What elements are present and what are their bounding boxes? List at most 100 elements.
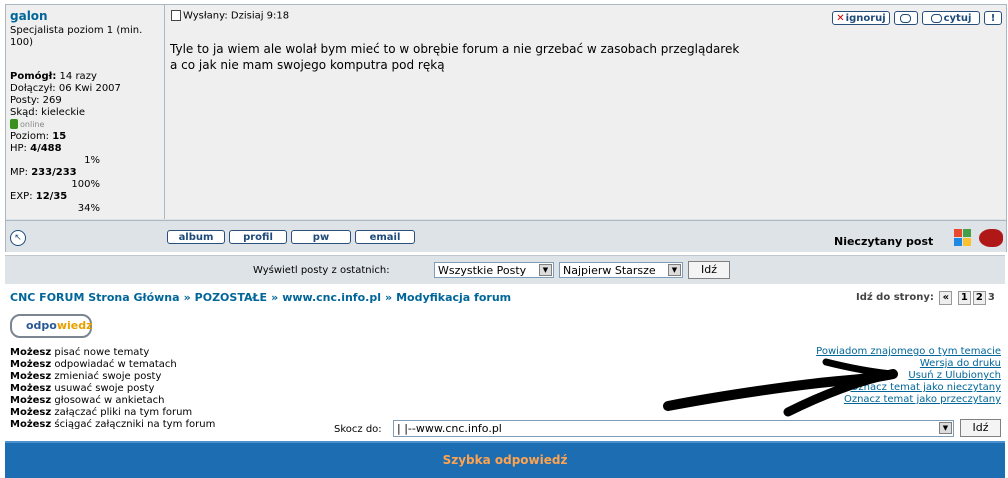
exp-value: 12/35 — [35, 191, 68, 202]
back-to-top-icon[interactable]: ↖ — [10, 230, 26, 246]
permission-item: Możesz załączać pliki na tym forum — [10, 407, 215, 419]
pm-label: pw — [312, 232, 330, 243]
message-panel: Wysłany: Dzisiaj 9:18 ✕ignoruj cytuj ! T… — [165, 5, 1006, 219]
post-body-line: a co jak nie mam swojego komputra pod rę… — [170, 58, 445, 72]
online-status-icon — [10, 119, 18, 129]
print-version-link[interactable]: Wersja do druku — [920, 358, 1001, 369]
quote-button[interactable]: cytuj — [922, 11, 980, 25]
post-date: Wysłany: Dzisiaj 9:18 — [171, 10, 289, 22]
pagination: Idź do strony: « 123 — [856, 291, 995, 305]
report-button[interactable]: ! — [984, 11, 1002, 25]
jump-go-button[interactable]: Idź — [960, 419, 1001, 437]
reply-button[interactable]: odpowiedz — [10, 314, 93, 338]
quote-bubble-icon — [930, 13, 942, 23]
permission-item: Możesz głosować w ankietach — [10, 395, 215, 407]
hp-label: HP: — [10, 143, 27, 154]
notify-friend-link[interactable]: Powiadom znajomego o tym temacie — [816, 346, 1001, 357]
post-body-line: Tyle to ja wiem ale wolał bym mieć to w … — [170, 42, 740, 56]
breadcrumb-home[interactable]: CNC FORUM Strona Główna — [10, 291, 180, 304]
ignore-x-icon: ✕ — [836, 13, 845, 24]
exp-label: EXP: — [10, 191, 33, 202]
breadcrumb-forum[interactable]: www.cnc.info.pl — [282, 291, 381, 304]
permission-text: odpowiadać w tematach — [54, 359, 177, 370]
ignore-label: ignoruj — [845, 13, 886, 24]
posted-label: Wysłany: Dzisiaj 9:18 — [183, 10, 290, 22]
profile-label: profil — [243, 232, 273, 243]
pagination-label: Idź do strony: — [856, 292, 934, 303]
browser-dog-icon — [979, 229, 1003, 247]
breadcrumb-separator: » — [384, 291, 393, 304]
mp-label: MP: — [10, 167, 29, 178]
joined-label: Dołączył: — [10, 83, 56, 94]
permission-text: pisać nowe tematy — [54, 347, 150, 358]
joined-value: 06 Kwi 2007 — [58, 83, 121, 94]
topic-links: Powiadom znajomego o tym temacie Wersja … — [816, 346, 1001, 406]
pagination-page[interactable]: 1 — [957, 291, 971, 305]
unread-post-label: Nieczytany post — [834, 235, 934, 248]
post-body: Tyle to ja wiem ale wolał bym mieć to w … — [170, 41, 739, 73]
remove-favorites-link[interactable]: Usuń z Ulubionych — [908, 370, 1001, 381]
permission-text: załączać pliki na tym forum — [54, 407, 193, 418]
order-select[interactable]: Najpierw Starsze ▼ — [559, 262, 683, 278]
chevron-down-icon: ▼ — [539, 264, 552, 276]
quick-reply-label: Szybka odpowiedź — [442, 453, 568, 467]
breadcrumb-topic[interactable]: Modyfikacja forum — [396, 291, 511, 304]
post-filter-bar: Wyświetl posty z ostatnich: Wszystkie Po… — [5, 255, 1005, 284]
permission-word: Możesz — [10, 359, 52, 370]
reply-label-part1: odpo — [26, 319, 57, 332]
breadcrumb: CNC FORUM Strona Główna » POZOSTAŁE » www.cn… — [10, 291, 511, 304]
online-status-text: online — [20, 120, 45, 129]
permission-text: zmieniać swoje posty — [54, 371, 162, 382]
chevron-down-icon: ▼ — [939, 422, 952, 434]
mark-unread-link[interactable]: Oznacz temat jako nieczytany — [851, 382, 1001, 393]
pagination-page-current: 2 — [972, 291, 986, 305]
permissions-list: Możesz pisać nowe tematy Możesz odpowiad… — [10, 347, 215, 431]
pm-button[interactable]: pw — [291, 230, 351, 244]
permission-text: ściągać załączniki na tym forum — [54, 419, 216, 430]
permission-word: Możesz — [10, 347, 52, 358]
from-value: kieleckie — [41, 107, 86, 118]
quick-reply-bar[interactable]: Szybka odpowiedź — [5, 441, 1005, 478]
author-name[interactable]: galon — [10, 9, 48, 23]
pagination-prev[interactable]: « — [939, 291, 953, 305]
filter-label: Wyświetl posty z ostatnich: — [253, 265, 390, 276]
breadcrumb-section[interactable]: POZOSTAŁE — [195, 291, 267, 304]
author-panel: galon Specjalista poziom 1 (min. 100) Po… — [6, 5, 165, 219]
report-label: ! — [990, 13, 996, 24]
windows-os-icon — [954, 229, 972, 247]
permission-text: głosować w ankietach — [54, 395, 165, 406]
hp-value: 4/488 — [30, 143, 62, 154]
permission-text: usuwać swoje posty — [54, 383, 155, 394]
level-label: Poziom: — [10, 131, 50, 142]
range-select[interactable]: Wszystkie Posty ▼ — [434, 262, 554, 278]
email-button[interactable]: email — [355, 230, 415, 244]
speech-bubble-icon — [899, 13, 911, 23]
mark-read-link[interactable]: Oznacz temat jako przeczytany — [844, 394, 1001, 405]
permission-word: Możesz — [10, 419, 52, 430]
posts-value: 269 — [42, 95, 62, 106]
helped-value: 14 razy — [59, 71, 97, 82]
permission-item: Możesz odpowiadać w tematach — [10, 359, 215, 371]
breadcrumb-separator: » — [271, 291, 279, 304]
email-label: email — [369, 232, 401, 243]
ignore-button[interactable]: ✕ignoruj — [832, 11, 890, 25]
helped-label: Pomógł: — [10, 71, 57, 82]
jump-select[interactable]: | |--www.cnc.info.pl ▼ — [393, 420, 954, 437]
from-label: Skąd: — [10, 107, 38, 118]
speech-button[interactable] — [894, 11, 918, 25]
mp-value: 233/233 — [31, 167, 77, 178]
posts-label: Posty: — [10, 95, 40, 106]
profile-button[interactable]: profil — [229, 230, 287, 244]
album-button[interactable]: album — [167, 230, 225, 244]
hp-percent: 1% — [84, 155, 100, 166]
post-icon — [171, 10, 181, 21]
level-value: 15 — [52, 131, 67, 142]
mp-percent: 100% — [71, 179, 100, 190]
permission-word: Możesz — [10, 407, 52, 418]
filter-go-button[interactable]: Idź — [688, 261, 730, 279]
permission-item: Możesz usuwać swoje posty — [10, 383, 215, 395]
album-label: album — [178, 232, 214, 243]
reply-label-part2: wiedz — [56, 319, 93, 332]
permission-item: Możesz zmieniać swoje posty — [10, 371, 215, 383]
pagination-page[interactable]: 3 — [988, 292, 995, 303]
